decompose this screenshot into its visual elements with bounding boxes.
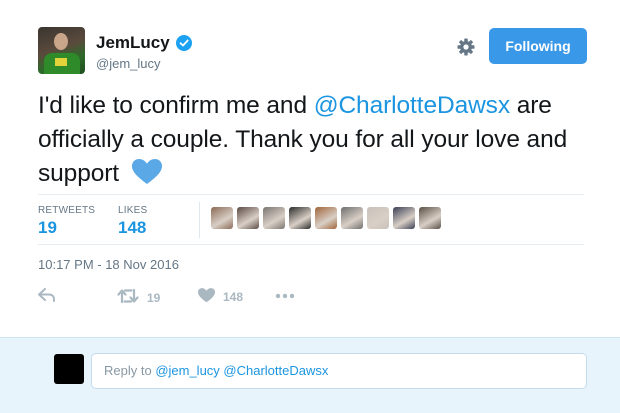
reply-icon[interactable] xyxy=(38,288,56,305)
tweet-timestamp[interactable]: 10:17 PM - 18 Nov 2016 xyxy=(38,257,179,272)
more-dots-icon[interactable] xyxy=(275,288,295,302)
reply-input[interactable]: Reply to @jem_lucy @CharlotteDawsx xyxy=(91,353,587,389)
following-button[interactable]: Following xyxy=(489,28,587,64)
gear-icon[interactable] xyxy=(455,36,477,58)
retweets-label: RETWEETS xyxy=(38,205,96,216)
liker-avatar[interactable] xyxy=(211,207,233,229)
retweets-count[interactable]: 19 xyxy=(38,218,57,238)
stats-top-divider xyxy=(38,194,584,195)
retweet-icon[interactable] xyxy=(117,288,139,307)
reply-mentions: @jem_lucy @CharlotteDawsx xyxy=(155,363,329,378)
liker-avatar[interactable] xyxy=(289,207,311,229)
reply-prefix: Reply to xyxy=(104,363,156,378)
blue-heart-icon xyxy=(131,159,162,185)
stats-separator xyxy=(199,202,200,238)
liker-avatar[interactable] xyxy=(263,207,285,229)
reply-user-avatar xyxy=(54,354,84,384)
tweet-mention-link[interactable]: @CharlotteDawsx xyxy=(314,92,510,119)
tweet-text-part1: I'd like to confirm me and xyxy=(38,92,314,119)
liker-avatar[interactable] xyxy=(341,207,363,229)
tweet-text: I'd like to confirm me and @CharlotteDaw… xyxy=(38,89,598,191)
retweet-action-count: 19 xyxy=(147,290,161,305)
author-name[interactable]: JemLucy xyxy=(96,33,170,53)
like-action-count: 148 xyxy=(223,290,244,304)
like-heart-icon[interactable] xyxy=(198,288,215,306)
liker-avatar[interactable] xyxy=(315,207,337,229)
likes-count[interactable]: 148 xyxy=(118,218,146,238)
avatar-face xyxy=(54,33,68,50)
like-action[interactable]: 148 xyxy=(198,288,243,306)
verified-badge-icon xyxy=(176,35,192,51)
stats-bottom-divider xyxy=(38,244,584,245)
liker-avatars xyxy=(211,207,441,229)
retweet-action[interactable]: 19 xyxy=(117,288,160,307)
likes-label: LIKES xyxy=(118,205,148,216)
author-handle[interactable]: @jem_lucy xyxy=(96,56,161,71)
tweet-card: JemLucy @jem_lucy Following I'd like to … xyxy=(0,0,620,337)
liker-avatar[interactable] xyxy=(419,207,441,229)
liker-avatar[interactable] xyxy=(367,207,389,229)
liker-avatar[interactable] xyxy=(237,207,259,229)
author-avatar[interactable] xyxy=(38,27,85,74)
avatar-shirt-print xyxy=(55,58,67,66)
reply-area: Reply to @jem_lucy @CharlotteDawsx xyxy=(0,337,620,413)
liker-avatar[interactable] xyxy=(393,207,415,229)
more-action[interactable] xyxy=(275,288,295,302)
reply-action[interactable] xyxy=(38,288,56,305)
